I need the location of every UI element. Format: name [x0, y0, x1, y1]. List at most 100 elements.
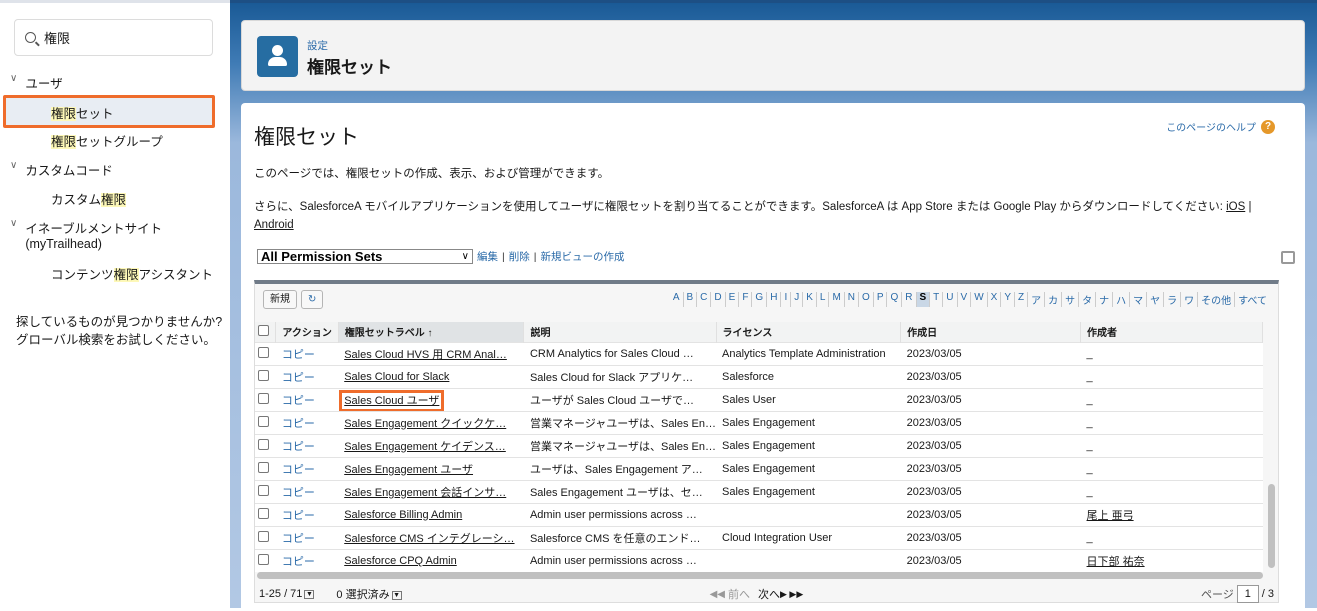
vertical-scrollbar[interactable]	[1268, 484, 1275, 568]
alphabet-filter-item[interactable]: R	[902, 292, 917, 307]
alphabet-filter-item[interactable]: J	[791, 292, 804, 307]
quick-find-input[interactable]: 権限	[14, 19, 213, 56]
col-created-by[interactable]: 作成者	[1080, 322, 1263, 342]
alphabet-filter-item[interactable]: H	[767, 292, 782, 307]
alphabet-filter-item[interactable]: M	[829, 292, 845, 307]
next-button[interactable]: 次へ	[758, 586, 780, 602]
alphabet-filter-item[interactable]: F	[739, 292, 753, 307]
alphabet-filter-item[interactable]: すべて	[1235, 292, 1270, 307]
copy-link[interactable]: コピー	[275, 525, 339, 549]
record-range[interactable]: 1-25 / 71 ▼	[259, 588, 315, 600]
alphabet-filter-item[interactable]: Y	[1001, 292, 1015, 307]
alphabet-filter-item[interactable]: ラ	[1164, 292, 1182, 307]
copy-link[interactable]: コピー	[275, 548, 339, 572]
alphabet-filter-item[interactable]: D	[711, 292, 726, 307]
alphabet-filter-item[interactable]: Z	[1015, 292, 1029, 307]
sidebar-item-content-permission-assistant[interactable]: コンテンツ権限アシスタント	[51, 264, 213, 283]
alphabet-filter-item[interactable]: ハ	[1113, 292, 1131, 307]
alphabet-filter-item[interactable]: P	[874, 292, 888, 307]
copy-link[interactable]: コピー	[275, 433, 339, 457]
permission-set-link[interactable]: Sales Engagement ケイデンス…	[344, 441, 506, 453]
row-checkbox[interactable]	[258, 438, 269, 450]
copy-link[interactable]: コピー	[275, 410, 339, 434]
alphabet-filter-item[interactable]: ワ	[1181, 292, 1199, 307]
alphabet-filter-item[interactable]: X	[988, 292, 1002, 307]
alphabet-filter-item[interactable]: マ	[1130, 292, 1148, 307]
permission-set-link[interactable]: Salesforce CMS インテグレーシ…	[344, 533, 514, 545]
page-input[interactable]: 1	[1236, 585, 1259, 603]
sidebar-item-permission-set-groups[interactable]: 権限セットグループ	[51, 131, 163, 150]
copy-link[interactable]: コピー	[275, 479, 339, 503]
copy-link[interactable]: コピー	[275, 456, 339, 480]
row-checkbox[interactable]	[258, 415, 269, 427]
row-checkbox[interactable]	[258, 484, 269, 496]
permission-set-link[interactable]: Sales Cloud for Slack	[344, 371, 449, 383]
creator-link[interactable]: 日下部 祐奈	[1087, 556, 1145, 568]
copy-link[interactable]: コピー	[275, 502, 339, 526]
col-description[interactable]: 説明	[523, 322, 717, 342]
copy-link[interactable]: コピー	[275, 341, 339, 365]
alphabet-filter-item[interactable]: O	[859, 292, 874, 307]
alphabet-filter-item[interactable]: N	[845, 292, 860, 307]
sidebar-item-permission-sets[interactable]: 権限セット	[51, 103, 114, 122]
alphabet-filter-item[interactable]: T	[930, 292, 944, 307]
alphabet-filter-item[interactable]: ナ	[1096, 292, 1114, 307]
alphabet-filter-item[interactable]: S	[916, 292, 931, 307]
alphabet-filter-item[interactable]: カ	[1045, 292, 1063, 307]
creator-link[interactable]: 尾上 亜弓	[1087, 510, 1134, 522]
next-arrow-icon[interactable]: ▶ ▶▶	[780, 589, 803, 600]
alphabet-filter-item[interactable]: E	[726, 292, 740, 307]
alphabet-filter-item[interactable]: L	[817, 292, 830, 307]
tree-group-users[interactable]: ∨ ユーザ	[10, 73, 63, 92]
row-checkbox[interactable]	[258, 507, 269, 519]
new-view-link[interactable]: 新規ビューの作成	[540, 249, 624, 264]
tree-group-enablement[interactable]: ∨ イネーブルメントサイト (myTrailhead)	[10, 218, 162, 251]
alphabet-filter-item[interactable]: ア	[1028, 292, 1046, 307]
alphabet-filter-item[interactable]: K	[803, 292, 817, 307]
permission-set-link[interactable]: Sales Engagement クイックケ…	[344, 418, 506, 430]
permission-set-link[interactable]: Sales Engagement ユーザ	[344, 464, 473, 476]
alphabet-filter-item[interactable]: A	[670, 292, 684, 307]
permission-set-link[interactable]: Sales Engagement 会話インサ…	[344, 487, 506, 499]
col-created-date[interactable]: 作成日	[900, 322, 1082, 342]
alphabet-filter-item[interactable]: C	[697, 292, 712, 307]
alphabet-filter-item[interactable]: ヤ	[1147, 292, 1165, 307]
alphabet-filter-item[interactable]: Q	[887, 292, 903, 307]
sidebar-item-custom-permissions[interactable]: カスタム権限	[51, 189, 127, 208]
selected-count[interactable]: 0 選択済み ▼	[336, 586, 402, 602]
alphabet-filter-item[interactable]: G	[752, 292, 768, 307]
permission-set-link[interactable]: Sales Cloud ユーザ	[339, 389, 445, 411]
copy-link[interactable]: コピー	[275, 364, 339, 388]
col-label[interactable]: 権限セットラベル ↑	[338, 322, 525, 342]
delete-view-link[interactable]: 削除	[509, 249, 530, 264]
row-checkbox[interactable]	[258, 530, 269, 542]
horizontal-scrollbar[interactable]	[257, 572, 1263, 579]
android-link[interactable]: Android	[254, 219, 294, 231]
row-checkbox[interactable]	[258, 553, 269, 565]
breadcrumb[interactable]: 設定	[307, 38, 328, 53]
alphabet-filter-item[interactable]: サ	[1062, 292, 1080, 307]
alphabet-filter-item[interactable]: タ	[1079, 292, 1097, 307]
copy-link[interactable]: コピー	[275, 387, 339, 411]
alphabet-filter-item[interactable]: B	[684, 292, 698, 307]
row-checkbox[interactable]	[258, 461, 269, 473]
tree-group-custom-code[interactable]: ∨ カスタムコード	[10, 160, 113, 179]
row-checkbox[interactable]	[258, 369, 269, 381]
permission-set-link[interactable]: Sales Cloud HVS 用 CRM Anal…	[344, 349, 507, 361]
print-icon[interactable]	[1281, 251, 1295, 264]
view-select[interactable]: All Permission Sets ∨	[257, 249, 473, 264]
col-license[interactable]: ライセンス	[716, 322, 902, 342]
row-checkbox[interactable]	[258, 392, 269, 404]
refresh-icon[interactable]: ↻	[301, 290, 324, 309]
alphabet-filter-item[interactable]: V	[958, 292, 972, 307]
help-link[interactable]: このページのヘルプ?	[1166, 119, 1275, 134]
alphabet-filter-item[interactable]: W	[971, 292, 988, 307]
alphabet-filter-item[interactable]: I	[781, 292, 792, 307]
alphabet-filter-item[interactable]: U	[943, 292, 958, 307]
permission-set-link[interactable]: Salesforce CPQ Admin	[344, 555, 457, 567]
alphabet-filter-item[interactable]: その他	[1198, 292, 1236, 307]
edit-view-link[interactable]: 編集	[477, 249, 498, 264]
new-button[interactable]: 新規	[263, 290, 297, 309]
row-checkbox[interactable]	[258, 346, 269, 358]
select-all-checkbox[interactable]	[258, 324, 269, 336]
